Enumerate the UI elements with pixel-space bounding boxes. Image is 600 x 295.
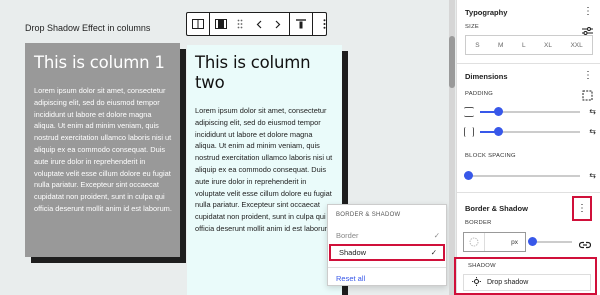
more-vertical-icon: ⋮ (577, 203, 587, 214)
size-option-xxl[interactable]: XXL (570, 42, 582, 49)
check-icon: ✓ (430, 248, 437, 257)
padding-vertical-icon (464, 107, 474, 117)
slider-track (464, 175, 580, 177)
size-option-m[interactable]: M (498, 42, 503, 49)
font-size-picker: S M L XL XXL (465, 35, 593, 55)
border-color-swatch[interactable] (464, 233, 485, 251)
block-spacing-slider[interactable]: ⇆ (464, 170, 596, 182)
column-two-title[interactable]: This is column two (195, 53, 325, 93)
move-right-icon[interactable] (271, 17, 285, 31)
drag-handle-icon[interactable] (233, 17, 247, 31)
menu-item-border-label: Border (336, 231, 359, 240)
border-label: BORDER (465, 220, 492, 226)
menu-item-shadow-label: Shadow (339, 248, 367, 257)
padding-label: PADDING (465, 91, 494, 97)
reset-all-button[interactable]: Reset all (328, 268, 446, 283)
slider-thumb[interactable] (464, 171, 473, 180)
adjust-icon[interactable]: ⇆ (589, 107, 596, 116)
vertical-align-top-icon[interactable] (294, 17, 308, 31)
column-two[interactable]: This is column two Lorem ipsum dolor sit… (187, 45, 342, 295)
size-label: SIZE (465, 24, 480, 30)
border-shadow-options-button[interactable]: ⋮ (572, 196, 592, 221)
toolbar-group-options (313, 13, 335, 35)
column-block-icon[interactable] (214, 17, 228, 31)
more-options-icon[interactable] (317, 17, 331, 31)
column-one-title[interactable]: This is column 1 (34, 53, 180, 73)
padding-horizontal-icon (464, 127, 474, 137)
column-one[interactable]: This is column 1 Lorem ipsum dolor sit a… (25, 43, 180, 257)
page-heading[interactable]: Drop Shadow Effect in columns (25, 23, 150, 33)
slider-thumb[interactable] (494, 127, 503, 136)
column-two-text[interactable]: Lorem ipsum dolor sit amet, consectetur … (195, 105, 334, 235)
adjust-icon[interactable]: ⇆ (589, 171, 596, 180)
panel-divider (457, 63, 600, 64)
panel-divider (457, 192, 600, 193)
border-shadow-options-menu: BORDER & SHADOW Border ✓ Shadow ✓ Reset … (327, 204, 447, 286)
border-width-control[interactable]: px (463, 232, 526, 252)
typography-options-icon[interactable]: ⋮ (583, 7, 593, 17)
check-icon: ✓ (433, 231, 440, 240)
border-width-slider-thumb[interactable] (528, 237, 537, 246)
block-toolbar (186, 12, 327, 36)
toolbar-group-align (290, 13, 313, 35)
move-left-icon[interactable] (252, 17, 266, 31)
drop-shadow-option[interactable]: Drop shadow (463, 274, 591, 291)
drop-shadow-label: Drop shadow (487, 279, 529, 286)
border-unit[interactable]: px (511, 239, 518, 246)
border-width-input[interactable]: px (485, 233, 525, 251)
column-one-text[interactable]: Lorem ipsum dolor sit amet, consectetur … (34, 85, 172, 215)
padding-vertical-slider[interactable]: ⇆ (464, 106, 596, 118)
unlink-border-icon[interactable] (578, 237, 592, 255)
toolbar-group-block (210, 13, 290, 35)
dimensions-panel-title[interactable]: Dimensions (465, 72, 508, 81)
link-sides-icon[interactable] (582, 88, 593, 106)
slider-thumb[interactable] (494, 107, 503, 116)
menu-item-shadow[interactable]: Shadow ✓ (329, 244, 445, 261)
editor-canvas: Drop Shadow Effect in columns This is co… (0, 0, 456, 295)
canvas-scrollbar-thumb[interactable] (449, 36, 455, 88)
size-option-l[interactable]: L (522, 42, 526, 49)
menu-header: BORDER & SHADOW (336, 212, 401, 218)
dimensions-options-icon[interactable]: ⋮ (583, 71, 593, 81)
size-option-s[interactable]: S (475, 42, 479, 49)
typography-panel-title[interactable]: Typography (465, 8, 507, 17)
menu-item-border[interactable]: Border ✓ (328, 227, 446, 244)
columns-block-icon[interactable] (191, 17, 205, 31)
adjust-icon[interactable]: ⇆ (589, 127, 596, 136)
size-option-xl[interactable]: XL (544, 42, 552, 49)
toolbar-group-parent (187, 13, 210, 35)
padding-horizontal-slider[interactable]: ⇆ (464, 126, 596, 138)
block-spacing-label: BLOCK SPACING (465, 153, 516, 159)
sun-icon (472, 277, 481, 288)
border-shadow-panel-title[interactable]: Border & Shadow (465, 204, 528, 213)
